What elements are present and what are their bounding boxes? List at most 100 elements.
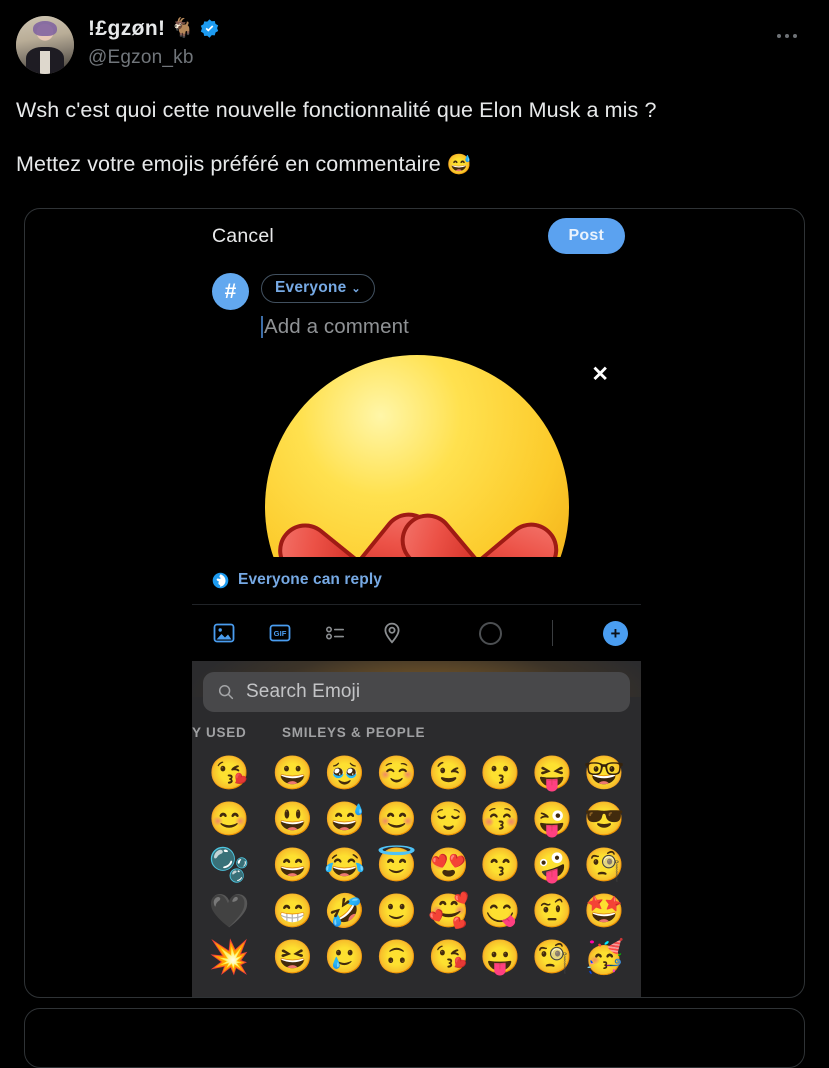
emoji-keyboard: Search Emoji Y USED SMILEYS & PEOPLE 😘 😊 🫧… [192, 661, 641, 997]
emoji-cell[interactable]: 🥹 [319, 749, 371, 795]
more-dot [793, 34, 797, 38]
recently-used-column: 😘 😊 🫧 🖤 💥 [192, 749, 267, 979]
emoji-cell[interactable]: 😃 [267, 795, 319, 841]
emoji-cell[interactable]: 😜 [526, 795, 578, 841]
emoji-cell[interactable]: 😇 [371, 841, 423, 887]
emoji-category-row: Y USED SMILEYS & PEOPLE [192, 725, 630, 740]
audience-selector[interactable]: Everyone ⌄ [261, 274, 375, 303]
tweet-text: Wsh c'est quoi cette nouvelle fonctionna… [16, 96, 813, 179]
emoji-cell[interactable]: 🙂 [371, 887, 423, 933]
comment-input[interactable]: Add a comment [261, 315, 625, 339]
location-icon[interactable] [380, 621, 404, 645]
recent-emoji-cell[interactable]: 🫧 [192, 841, 267, 887]
reply-setting-row[interactable]: Everyone can reply [192, 557, 641, 605]
emoji-cell[interactable]: 🤣 [319, 887, 371, 933]
emoji-cell[interactable]: 😄 [267, 841, 319, 887]
cancel-button[interactable]: Cancel [212, 225, 274, 248]
more-dot [785, 34, 789, 38]
gif-icon[interactable]: GIF [268, 621, 292, 645]
display-name: !£gzøn! [88, 17, 166, 40]
display-name-row: !£gzøn! 🐐 [88, 18, 220, 39]
emoji-cell[interactable]: 😆 [267, 933, 319, 979]
emoji-cell[interactable]: 😅 [319, 795, 371, 841]
tweet-post: !£gzøn! 🐐 @Egzon_kb Wsh c'est quoi cette… [0, 0, 829, 179]
heart-eyes-emoji-image [264, 355, 569, 557]
more-options-button[interactable] [771, 28, 803, 44]
tweet-text-line-2: Mettez votre emojis préféré en commentai… [16, 150, 813, 178]
audience-label: Everyone [275, 279, 347, 296]
heart-icon [429, 479, 532, 557]
grinning-sweat-icon: 😅 [446, 154, 472, 177]
reply-setting-label: Everyone can reply [238, 571, 382, 588]
emoji-cell[interactable]: ☺️ [371, 749, 423, 795]
emoji-cell[interactable]: 🤓 [578, 749, 630, 795]
account-handle[interactable]: @Egzon_kb [88, 47, 220, 69]
category-recently-used: Y USED [192, 725, 247, 740]
svg-text:GIF: GIF [274, 629, 287, 638]
goat-icon: 🐐 [170, 18, 195, 39]
tweet-text-line-1: Wsh c'est quoi cette nouvelle fonctionna… [16, 98, 657, 122]
emoji-search-placeholder: Search Emoji [246, 681, 361, 702]
compose-toolbar: GIF + [192, 605, 641, 661]
recent-emoji-cell[interactable]: 😘 [192, 749, 267, 795]
emoji-cell[interactable]: 🤩 [578, 887, 630, 933]
poll-icon[interactable] [324, 621, 348, 645]
avatar-photo-shirt [39, 50, 51, 74]
emoji-cell[interactable]: 😍 [423, 841, 475, 887]
tweet-text-line-2-text: Mettez votre emojis préféré en commentai… [16, 152, 441, 177]
hashtag-avatar-icon: # [212, 273, 249, 310]
emoji-cell[interactable]: 😘 [423, 933, 475, 979]
emoji-cell[interactable]: 🙃 [371, 933, 423, 979]
search-icon [217, 683, 235, 701]
heart-icon [302, 478, 407, 557]
recent-emoji-cell[interactable]: 😊 [192, 795, 267, 841]
compose-row: # Everyone ⌄ Add a comment [192, 263, 641, 339]
emoji-cell[interactable]: 😙 [474, 841, 526, 887]
emoji-cell[interactable]: 😀 [267, 749, 319, 795]
emoji-cell[interactable]: 🥳 [578, 933, 630, 979]
post-button[interactable]: Post [547, 218, 625, 254]
compose-column: Everyone ⌄ Add a comment [261, 273, 625, 339]
tweet-header: !£gzøn! 🐐 @Egzon_kb [16, 16, 813, 74]
toolbar-divider [552, 620, 553, 646]
category-smileys-people: SMILEYS & PEOPLE [282, 725, 426, 740]
emoji-cell[interactable]: 😛 [474, 933, 526, 979]
more-dot [777, 34, 781, 38]
emoji-cell[interactable]: 🤨 [526, 887, 578, 933]
avatar-photo-detail [33, 20, 57, 36]
emoji-cell[interactable]: 😊 [371, 795, 423, 841]
chevron-down-icon: ⌄ [351, 282, 361, 295]
verified-badge-icon [199, 18, 220, 39]
comment-placeholder: Add a comment [264, 315, 409, 338]
emoji-cell[interactable]: 🥰 [423, 887, 475, 933]
text-caret [261, 316, 263, 338]
emoji-cell[interactable]: 😋 [474, 887, 526, 933]
emoji-cell[interactable]: 🤪 [526, 841, 578, 887]
attached-media[interactable]: ✕ [192, 353, 641, 557]
recent-emoji-cell[interactable]: 💥 [192, 933, 267, 979]
character-counter [479, 621, 502, 645]
recent-emoji-cell[interactable]: 🖤 [192, 887, 267, 933]
embedded-screenshot-card[interactable]: Cancel Post # Everyone ⌄ Add a comment ✕… [24, 208, 805, 998]
emoji-cell[interactable]: 😗 [474, 749, 526, 795]
emoji-cell[interactable]: 🥲 [319, 933, 371, 979]
emoji-cell[interactable]: 😚 [474, 795, 526, 841]
remove-media-button[interactable]: ✕ [591, 364, 609, 385]
emoji-cell[interactable]: 😉 [423, 749, 475, 795]
smileys-people-grid: 😀 🥹 ☺️ 😉 😗 😝 🤓 😃 😅 😊 😌 😚 😜 😎 😄 😂 😇 😍 😙 🤪 🧐 😁 🤣 🙂 🥰 😋 🤨 🤩 😆 🥲 🙃 😘 😛 🧐 🥳 [267, 749, 630, 979]
emoji-cell[interactable]: 😝 [526, 749, 578, 795]
emoji-search-input[interactable]: Search Emoji [203, 672, 630, 712]
embedded-screenshot: Cancel Post # Everyone ⌄ Add a comment ✕… [192, 209, 641, 997]
emoji-cell[interactable]: 😌 [423, 795, 475, 841]
avatar[interactable] [16, 16, 74, 74]
next-post-card[interactable] [24, 1008, 805, 1068]
emoji-cell[interactable]: 😂 [319, 841, 371, 887]
emoji-cell[interactable]: 😎 [578, 795, 630, 841]
emoji-cell[interactable]: 🧐 [578, 841, 630, 887]
globe-icon [212, 572, 229, 589]
add-post-button[interactable]: + [603, 620, 628, 646]
emoji-cell[interactable]: 🧐 [526, 933, 578, 979]
image-icon[interactable] [212, 621, 236, 645]
account-names: !£gzøn! 🐐 @Egzon_kb [88, 16, 220, 69]
emoji-cell[interactable]: 😁 [267, 887, 319, 933]
